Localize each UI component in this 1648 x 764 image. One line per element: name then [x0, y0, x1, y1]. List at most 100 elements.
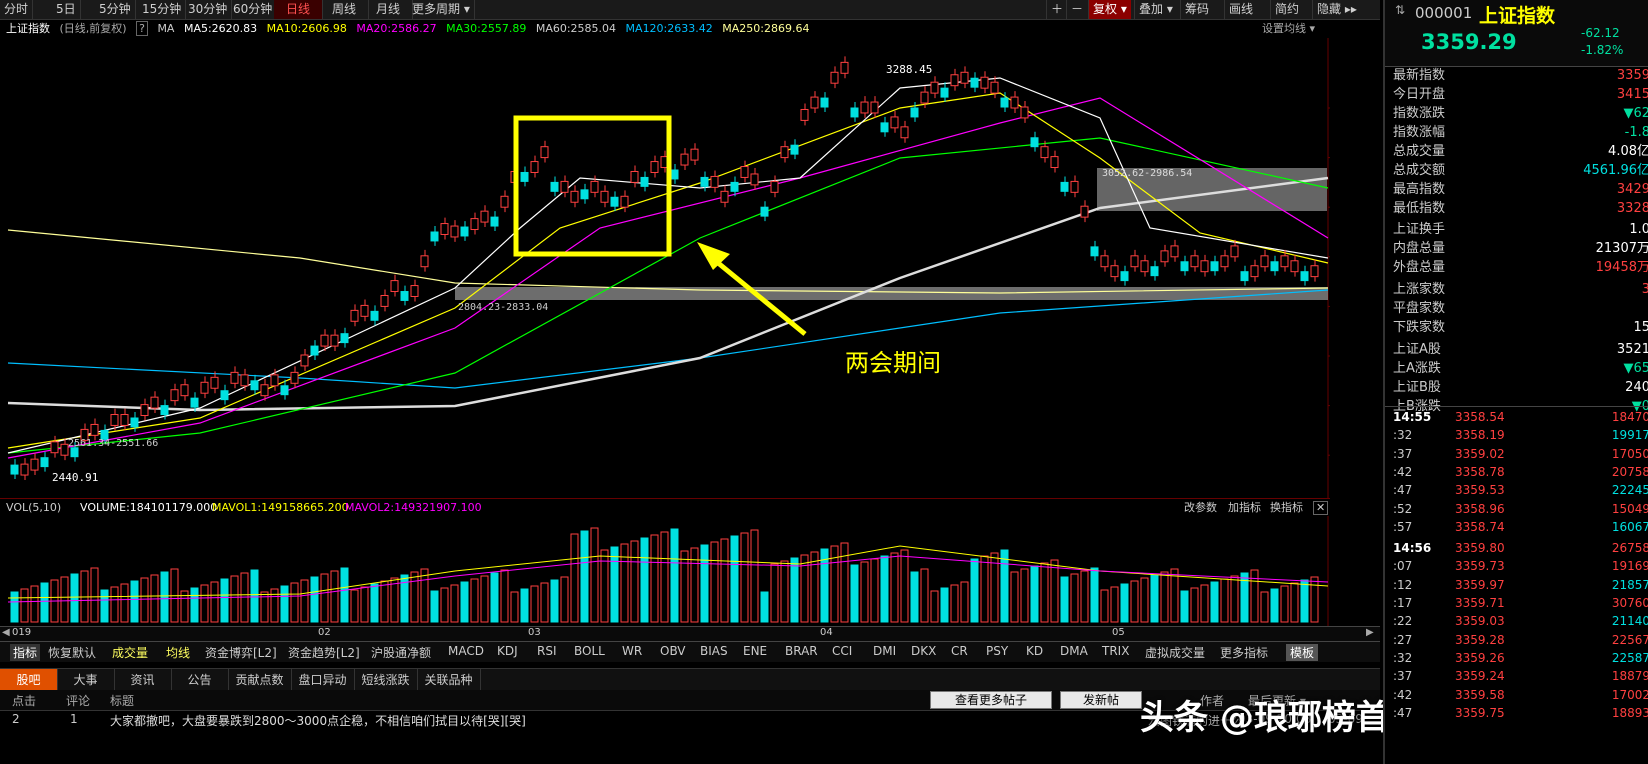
news-tab-5[interactable]: 盘口异动	[291, 669, 355, 691]
tab-daily[interactable]: 日线	[274, 0, 323, 19]
tab-fenshi[interactable]: 分时	[0, 0, 34, 19]
indicator-tab-23[interactable]: TRIX	[1102, 644, 1129, 658]
date-axis[interactable]: ◀ 019 02 03 04 05 ▶	[0, 626, 1380, 642]
indicator-tab-4[interactable]: 资金博弈[L2]	[205, 644, 277, 661]
tab-60min[interactable]: 60分钟	[229, 0, 278, 19]
volume-bar	[510, 591, 519, 623]
volume-bar	[1000, 549, 1009, 623]
tick-row: :47 3359.53 22245	[1385, 481, 1648, 499]
indicator-tab-1[interactable]: 恢复默认	[48, 644, 96, 661]
quote-row: 最低指数 3328	[1393, 199, 1648, 218]
news-tab-2[interactable]: 资讯	[114, 669, 172, 691]
candle-body	[540, 146, 549, 159]
candle-body	[480, 210, 489, 223]
date-tick: 05	[1112, 627, 1125, 638]
indicator-tab-20[interactable]: PSY	[986, 644, 1008, 658]
quote-row-label: 最低指数	[1393, 201, 1446, 216]
volume-bar	[100, 589, 109, 623]
news-tab-4[interactable]: 贡献点数	[228, 669, 292, 691]
col-clicks[interactable]: 点击	[12, 692, 36, 709]
indicator-tab-11[interactable]: WR	[622, 644, 642, 658]
ma60-value: MA60:2585.04	[535, 22, 617, 35]
stock-code: 000001	[1415, 4, 1473, 22]
indicator-tab-21[interactable]: KD	[1026, 644, 1043, 658]
indicator-tab-17[interactable]: DMI	[873, 644, 896, 658]
help-icon[interactable]: ?	[136, 21, 148, 36]
col-title[interactable]: 标题	[110, 692, 134, 709]
volume-bar	[490, 572, 499, 623]
indicator-tab-24[interactable]: 虚拟成交量	[1145, 644, 1205, 661]
candlestick-chart[interactable]: 3200.003100.003000.002900.002800.002700.…	[0, 38, 1330, 498]
indicator-tab-5[interactable]: 资金趋势[L2]	[288, 644, 360, 661]
row-title[interactable]: 大家都撤吧，大盘要暴跌到2800～3000点企稳，不相信咱们拭目以待[哭][哭]	[110, 712, 526, 729]
indicator-tab-19[interactable]: CR	[951, 644, 968, 658]
arrow-up-icon[interactable]: ⇅	[1395, 3, 1405, 17]
adjust-price-menu[interactable]: 复权 ▾	[1088, 0, 1131, 19]
indicator-tab-25[interactable]: 更多指标	[1220, 644, 1268, 661]
zoom-in-button[interactable]: ＋	[1046, 0, 1067, 19]
simple-mode-button[interactable]: 简约	[1270, 0, 1303, 19]
edit-params-link[interactable]: 改参数	[1184, 499, 1217, 517]
candle-body	[400, 291, 409, 301]
candle-body	[1140, 260, 1149, 273]
volume-chart[interactable]: 5.843.801.930.00	[0, 516, 1330, 626]
ma-settings-menu[interactable]: 设置均线 ▾	[1262, 20, 1315, 38]
news-tab-6[interactable]: 短线涨跌	[354, 669, 418, 691]
col-comments[interactable]: 评论	[66, 692, 90, 709]
candle-body	[170, 389, 179, 402]
volume-bar	[310, 576, 319, 623]
more-periods-menu[interactable]: 更多周期 ▾	[408, 0, 475, 19]
volume-bar	[630, 540, 639, 623]
candle-body	[230, 371, 239, 384]
quote-row-label: 下跌家数	[1393, 320, 1446, 335]
add-indicator-link[interactable]: 加指标	[1228, 499, 1261, 517]
overlay-menu[interactable]: 叠加 ▾	[1134, 0, 1177, 19]
tab-monthly[interactable]: 月线	[364, 0, 413, 19]
indicator-tab-12[interactable]: OBV	[660, 644, 686, 658]
news-tab-0[interactable]: 股吧	[0, 669, 58, 691]
indicator-tab-2[interactable]: 成交量	[112, 644, 148, 661]
close-icon[interactable]: ✕	[1313, 501, 1329, 515]
indicator-tab-7[interactable]: MACD	[448, 644, 484, 658]
chips-button[interactable]: 筹码	[1180, 0, 1213, 19]
tab-weekly[interactable]: 周线	[320, 0, 369, 19]
indicator-tab-3[interactable]: 均线	[166, 644, 190, 661]
volume-bar	[980, 555, 989, 623]
indicator-tab-10[interactable]: BOLL	[574, 644, 605, 658]
news-tab-7[interactable]: 关联品种	[417, 669, 481, 691]
volume-bar	[480, 575, 489, 623]
switch-indicator-link[interactable]: 换指标	[1270, 499, 1303, 517]
indicator-tab-26[interactable]: 模板	[1286, 644, 1319, 661]
tab-15min[interactable]: 15分钟	[138, 0, 187, 19]
indicator-tab-6[interactable]: 沪股通净额	[371, 644, 431, 661]
candle-body	[800, 108, 809, 121]
indicator-tab-0[interactable]: 指标	[10, 644, 41, 661]
indicator-tab-15[interactable]: BRAR	[785, 644, 818, 658]
indicator-tab-18[interactable]: DKX	[911, 644, 936, 658]
news-tab-1[interactable]: 大事	[57, 669, 115, 691]
indicator-tab-13[interactable]: BIAS	[700, 644, 728, 658]
candle-body	[770, 180, 779, 193]
zoom-out-button[interactable]: －	[1066, 0, 1087, 19]
indicator-tab-8[interactable]: KDJ	[497, 644, 518, 658]
tab-5min[interactable]: 5分钟	[95, 0, 136, 19]
indicator-tab-16[interactable]: CCI	[832, 644, 852, 658]
tab-5day[interactable]: 5日	[52, 0, 81, 19]
price-change: -62.12	[1581, 26, 1620, 40]
volume-bar	[440, 587, 449, 623]
volume-bar	[1120, 583, 1129, 623]
news-tab-3[interactable]: 公告	[171, 669, 229, 691]
scroll-right-icon[interactable]: ▶	[1366, 627, 1374, 638]
indicator-tab-14[interactable]: ENE	[743, 644, 767, 658]
scroll-left-icon[interactable]: ◀	[2, 627, 10, 638]
volume-bar	[1210, 581, 1219, 623]
draw-line-button[interactable]: 画线	[1224, 0, 1257, 19]
indicator-tab-9[interactable]: RSI	[537, 644, 557, 658]
tab-30min[interactable]: 30分钟	[184, 0, 233, 19]
indicator-tab-22[interactable]: DMA	[1060, 644, 1088, 658]
candle-body	[1170, 245, 1179, 258]
candle-body	[530, 161, 539, 173]
hide-panel-button[interactable]: 隐藏 ▸▸	[1312, 0, 1361, 19]
more-posts-button[interactable]: 查看更多帖子	[930, 691, 1052, 709]
new-post-button[interactable]: 发新帖	[1060, 691, 1142, 709]
